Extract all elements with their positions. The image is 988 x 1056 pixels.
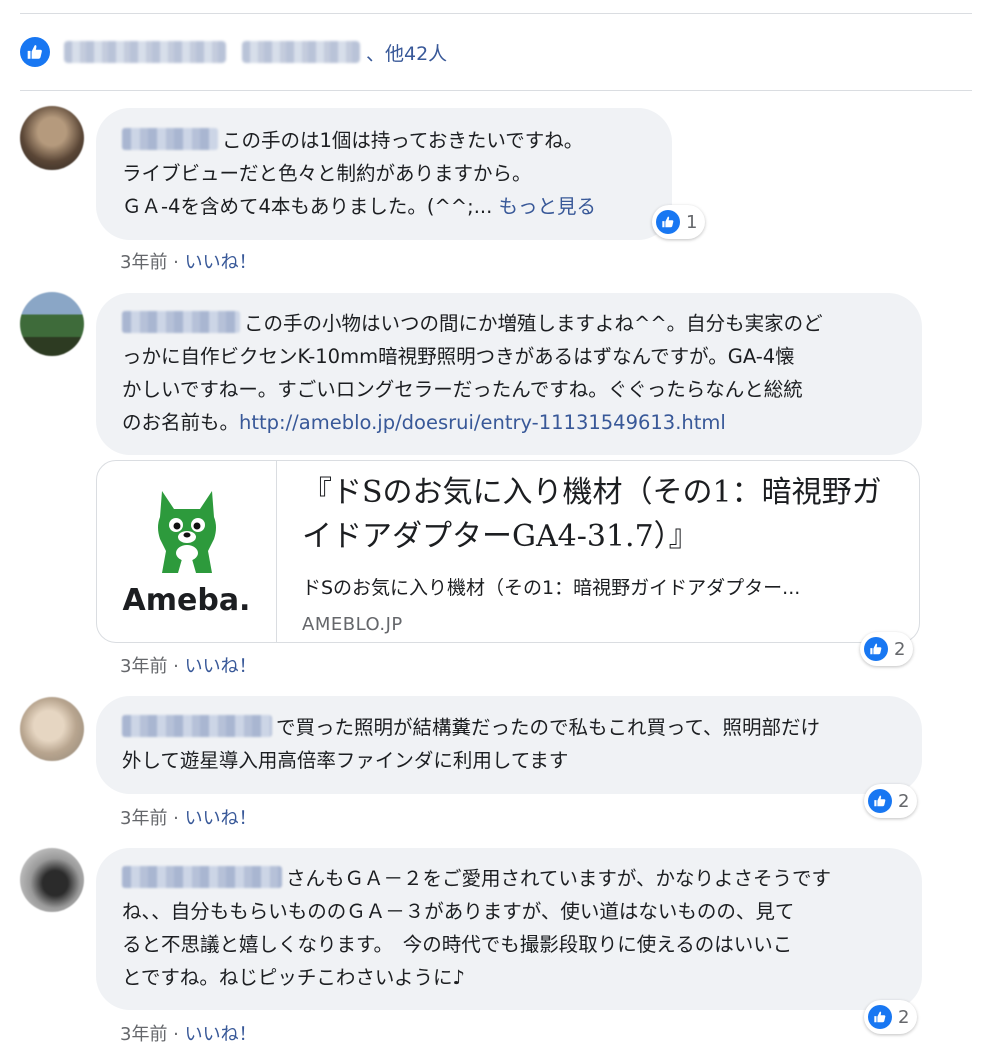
timestamp[interactable]: 3年前 xyxy=(120,656,167,677)
comment-meta: 3年前 · いいね！ xyxy=(120,1024,257,1045)
comment-text-line: この手の小物はいつの間にか増殖しますよね^^。自分も実家のど xyxy=(244,312,823,335)
avatar[interactable] xyxy=(20,106,84,170)
comment-text-line: ると不思議と嬉しくなります。 今の時代でも撮影段取りに使えるのはいいこ xyxy=(122,933,793,956)
reaction-count: 1 xyxy=(686,211,698,233)
like-button[interactable]: いいね！ xyxy=(185,808,257,829)
comment-bubble: で買った照明が結構糞だったので私もこれ買って、照明部だけ 外して遊星導入用高倍率… xyxy=(96,696,922,794)
reaction-count: 2 xyxy=(898,1006,910,1028)
comment-text-line: 外して遊星導入用高倍率ファインダに利用してます xyxy=(122,749,569,772)
comment-text-line: とですね。ねじピッチこわさいように♪ xyxy=(122,966,465,989)
reaction-count-pill[interactable]: 2 xyxy=(860,632,914,666)
reactions-summary[interactable]: 、他42人 xyxy=(20,34,447,70)
ameba-logo-icon xyxy=(157,491,216,573)
comment-bubble: この手のは1個は持っておきたいですね。 ライブビューだと色々と制約がありますから… xyxy=(96,108,672,240)
card-body: 『ドSのお気に入り機材（その1：暗視野ガイドアダプターGA4-31.7）』 ドS… xyxy=(302,471,902,635)
comment-text-line: っかに自作ビクセンK-10mm暗視野照明つきがあるはずなんですが。GA-4懐 xyxy=(122,345,795,368)
author-name[interactable] xyxy=(122,311,240,333)
timestamp[interactable]: 3年前 xyxy=(120,252,167,273)
card-thumbnail: Ameba. xyxy=(97,461,277,642)
see-more-link[interactable]: もっと見る xyxy=(499,195,597,218)
timestamp[interactable]: 3年前 xyxy=(120,1024,167,1045)
ameba-logo-text: Ameba. xyxy=(122,583,251,618)
reaction-count-pill[interactable]: 2 xyxy=(864,784,918,818)
like-button[interactable]: いいね！ xyxy=(185,1024,257,1045)
author-name[interactable] xyxy=(122,715,272,737)
reaction-count-pill[interactable]: 2 xyxy=(864,1000,918,1034)
comment-bubble: さんもＧＡ－２をご愛用されていますが、かなりよさそうです ね、、自分ももらいもの… xyxy=(96,848,922,1010)
comment-text-line: で買った照明が結構糞だったので私もこれ買って、照明部だけ xyxy=(276,716,821,739)
comment-text-line: さんもＧＡ－２をご愛用されていますが、かなりよさそうです xyxy=(286,867,832,890)
avatar[interactable] xyxy=(20,848,84,912)
summary-divider xyxy=(20,90,972,91)
comment-text-line: ね、、自分ももらいもののＧＡ－３がありますが、使い道はないものの、見て xyxy=(122,900,795,923)
author-name[interactable] xyxy=(122,128,218,150)
timestamp[interactable]: 3年前 xyxy=(120,808,167,829)
card-domain: AMEBLO.JP xyxy=(302,614,403,635)
comment-text-line: ＧＡ-4を含めて4本もありました。(^^;... xyxy=(122,195,493,218)
thumbs-up-icon xyxy=(868,789,892,813)
avatar[interactable] xyxy=(20,697,84,761)
link-preview-card[interactable]: Ameba. 『ドSのお気に入り機材（その1：暗視野ガイドアダプターGA4-31… xyxy=(96,460,920,643)
comment-meta: 3年前 · いいね！ xyxy=(120,252,257,273)
reaction-count: 2 xyxy=(894,638,906,660)
comment-text-line: かしいですねー。すごいロングセラーだったんですね。ぐぐったらなんと総統 xyxy=(122,378,803,401)
author-name[interactable] xyxy=(122,866,282,888)
card-title[interactable]: 『ドSのお気に入り機材（その1：暗視野ガイドアダプターGA4-31.7）』 xyxy=(302,471,902,559)
reactions-count-text[interactable]: 、他42人 xyxy=(366,39,447,66)
reaction-count-pill[interactable]: 1 xyxy=(652,205,706,239)
comment-link[interactable]: http://ameblo.jp/doesrui/entry-111315496… xyxy=(239,411,726,434)
comment-text-line: ライブビューだと色々と制約がありますから。 xyxy=(122,162,532,185)
top-divider xyxy=(20,13,972,14)
like-button[interactable]: いいね！ xyxy=(185,252,257,273)
thumbs-up-icon xyxy=(20,37,50,67)
comment-meta: 3年前 · いいね！ xyxy=(120,656,257,677)
thumbs-up-icon xyxy=(868,1005,892,1029)
blurred-name xyxy=(64,41,226,63)
comment-meta: 3年前 · いいね！ xyxy=(120,808,257,829)
comment-text-line: この手のは1個は持っておきたいですね。 xyxy=(222,129,584,152)
like-button[interactable]: いいね！ xyxy=(185,656,257,677)
comment-text-line: のお名前も。 xyxy=(122,411,240,434)
reaction-count: 2 xyxy=(898,790,910,812)
thumbs-up-icon xyxy=(864,637,888,661)
card-description: ドSのお気に入り機材（その1：暗視野ガイドアダプター... xyxy=(302,577,801,599)
blurred-name xyxy=(242,41,360,63)
thumbs-up-icon xyxy=(656,210,680,234)
comment-bubble: この手の小物はいつの間にか増殖しますよね^^。自分も実家のど っかに自作ビクセン… xyxy=(96,293,922,455)
avatar[interactable] xyxy=(20,292,84,356)
